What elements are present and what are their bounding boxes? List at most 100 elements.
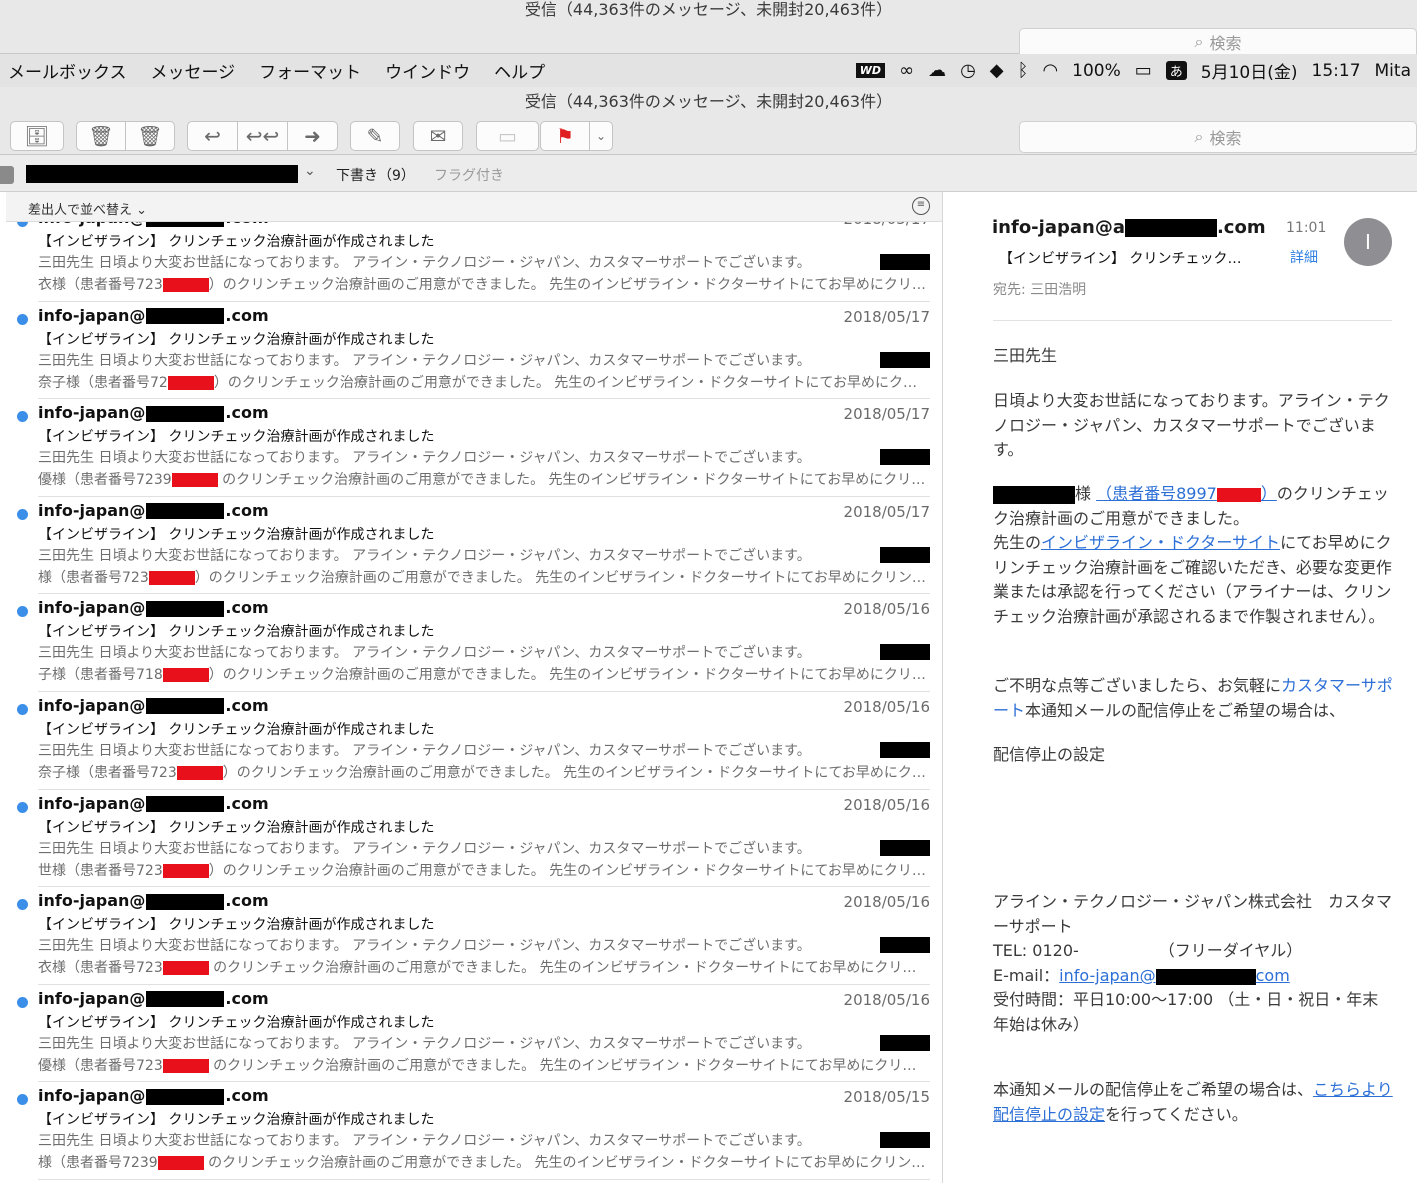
reply-button[interactable]: ↩ <box>187 121 238 151</box>
redacted-patient-number <box>162 1058 209 1073</box>
patient-number-link[interactable]: （患者番号8997） <box>1096 484 1277 503</box>
redacted-domain <box>146 308 225 325</box>
message-row[interactable]: info-japan@.com 2018/05/17 【インビザライン】 クリンチェ… <box>17 497 930 595</box>
redacted-patient-number <box>157 1156 204 1171</box>
doctor-site-link[interactable]: インビザライン・ドクターサイト <box>1041 533 1280 552</box>
background-window-titlebar: 受信（44,363件のメッセージ、未開封20,463件） 🗄 🗑 🗑 ↩ ↩↩ … <box>0 0 1417 54</box>
message-row[interactable]: info-japan@ .com 2018/05/16 【インビザライン】 クリンチェ… <box>17 887 930 985</box>
redacted-domain <box>1124 219 1217 237</box>
redacted-name <box>880 644 930 661</box>
unread-dot <box>17 996 28 1008</box>
message-subject: 【インビザライン】 クリンチェック治療計画が作成されました <box>38 331 435 348</box>
forward-button[interactable]: ➜ <box>287 121 338 151</box>
window-title: 受信（44,363件のメッセージ、未開封20,463件） <box>524 0 893 19</box>
message-row[interactable]: info-japan@.com 2018/05/17 【インビザライン】 クリンチェ… <box>17 399 930 497</box>
menu-help[interactable]: ヘルプ <box>494 58 545 83</box>
mailbox-button[interactable]: ✉ <box>413 121 463 151</box>
flag-button[interactable]: ⚑ <box>540 121 590 151</box>
redacted-name <box>880 254 930 270</box>
clock-date[interactable]: 5月10日(金) <box>1201 58 1298 83</box>
printer-icon: ▭ <box>498 124 517 148</box>
menu-message[interactable]: メッセージ <box>151 58 236 83</box>
message-sender: info-japan@.com <box>38 500 269 520</box>
sidebar-toggle[interactable] <box>0 166 14 184</box>
wd-icon[interactable]: WD <box>855 63 886 78</box>
flag-menu-button[interactable]: ⌄ <box>589 121 613 151</box>
message-preview-line-2: 子様（患者番号718 ）のクリンチェック治療計画のご用意ができました。 先生のイン… <box>38 667 926 684</box>
menu-window[interactable]: ウインドウ <box>385 58 470 83</box>
print-button[interactable]: ▭ <box>476 121 539 151</box>
archive-button[interactable]: 🗄 <box>10 121 64 151</box>
dropbox-icon[interactable]: ◆ <box>990 60 1004 81</box>
message-row[interactable]: info-japan@ .com 2018/05/15 【インビザライン】 クリンチェ… <box>17 1082 930 1180</box>
chevron-down-icon[interactable]: ⌄ <box>304 163 316 179</box>
redacted-name <box>880 741 930 758</box>
message-preview-line-2: 様（患者番号7239 のクリンチェック治療計画のご用意ができました。 先生のイン… <box>38 1155 926 1172</box>
redacted-name <box>880 937 930 954</box>
window-title: 受信（44,363件のメッセージ、未開封20,463件） <box>524 92 893 111</box>
user-name[interactable]: Mita <box>1375 61 1411 81</box>
clock-time[interactable]: 15:17 <box>1312 61 1361 81</box>
redacted-patient-number <box>171 473 218 488</box>
message-sender: info-japan@.com <box>38 891 269 911</box>
message-subject: 【インビザライン】 クリンチェック治療計画が作成されました <box>38 526 435 543</box>
detail-recipient: 宛先: 三田浩明 <box>993 282 1087 298</box>
redacted-domain <box>146 893 225 910</box>
message-preview-line-1: 三田先生 日頃より大変お世話になっております。 アライン・テクノロジー・ジャパン… <box>38 352 811 369</box>
message-preview-line-1: 三田先生 日頃より大変お世話になっております。 アライン・テクノロジー・ジャパン… <box>38 840 811 857</box>
search-placeholder: 検索 <box>1209 33 1242 53</box>
compose-button[interactable]: ✎ <box>350 121 400 151</box>
redacted-domain <box>146 991 225 1008</box>
input-method-icon[interactable]: あ <box>1165 61 1187 80</box>
footer-text: 本通知メールの配信停止をご希望の場合は、こちらより配信停止の設定を行ってください… <box>993 1080 1393 1124</box>
message-sender: info-japan@.com <box>38 695 269 715</box>
menu-bar: メールボックス メッセージ フォーマット ウインドウ ヘルプ WD ∞ ☁ ◷ … <box>0 54 1417 87</box>
cloud-alert-icon[interactable]: ☁ <box>928 60 946 81</box>
message-preview-line-1: 三田先生 日頃より大変お世話になっております。 アライン・テクノロジー・ジャパン… <box>38 1133 811 1150</box>
redacted-domain <box>146 796 225 813</box>
avatar: I <box>1344 218 1392 266</box>
details-link[interactable]: 詳細 <box>1290 247 1318 267</box>
search-field[interactable]: ⌕ 検索 <box>1019 28 1417 54</box>
favorite-drafts[interactable]: 下書き（9） <box>336 165 415 185</box>
message-row[interactable]: info-japan@ .com 2018/05/16 【インビザライン】 クリンチェ… <box>17 692 930 790</box>
message-row[interactable]: info-japan@ .com 2018/05/16 【インビザライン】 クリンチェ… <box>17 790 930 888</box>
wifi-icon[interactable]: ◠ <box>1042 60 1058 81</box>
unread-dot <box>17 508 28 520</box>
body-paragraph-1: 日頃より大変お世話になっております。アライン・テクノロジー・ジャパン、カスタマー… <box>993 391 1390 459</box>
battery-percent: 100% <box>1072 60 1121 81</box>
message-sender: info-japan@.com <box>38 305 269 325</box>
message-sender: info-japan@.com <box>38 988 269 1008</box>
message-subject: 【インビザライン】 クリンチェック治療計画が作成されました <box>38 721 435 738</box>
message-date: 2018/05/17 <box>843 405 930 424</box>
filter-icon[interactable]: ≡ <box>912 197 930 215</box>
email-link[interactable]: info-japan@ com <box>1059 966 1290 985</box>
message-row[interactable]: info-japan@.com 2018/05/17 【インビザライン】 クリンチェ… <box>17 302 930 400</box>
message-sender: info-japan@.com <box>38 598 269 618</box>
sort-button[interactable]: 差出人で並べ替え ⌄ <box>28 199 147 218</box>
message-list-items: info-japan@.com 2018/05/17 【インビザライン】 クリンチェ… <box>0 204 942 1180</box>
time-machine-icon[interactable]: ◷ <box>960 60 976 81</box>
forward-icon: ➜ <box>304 124 321 148</box>
menu-format[interactable]: フォーマット <box>259 58 361 83</box>
delete-button[interactable]: 🗑 <box>76 121 126 151</box>
menu-mailbox[interactable]: メールボックス <box>8 58 127 83</box>
redacted-name <box>880 839 930 856</box>
redacted-domain <box>146 1088 225 1105</box>
message-row[interactable]: info-japan@ .com 2018/05/16 【インビザライン】 クリンチェ… <box>17 594 930 692</box>
redacted-account-name[interactable] <box>26 165 298 183</box>
message-row[interactable]: info-japan@ .com 2018/05/16 【インビザライン】 クリンチェ… <box>17 985 930 1083</box>
favorite-flagged[interactable]: フラグ付き <box>434 165 504 185</box>
sort-bar: 差出人で並べ替え ⌄ ≡ <box>6 192 942 222</box>
reply-all-button[interactable]: ↩↩ <box>237 121 288 151</box>
junk-button[interactable]: 🗑 <box>125 121 175 151</box>
message-date: 2018/05/16 <box>843 697 930 716</box>
message-subject: 【インビザライン】 クリンチェック治療計画が作成されました <box>38 624 435 641</box>
message-subject: 【インビザライン】 クリンチェック治療計画が作成されました <box>38 234 435 250</box>
search-field[interactable]: ⌕ 検索 <box>1019 121 1417 153</box>
creative-cloud-icon[interactable]: ∞ <box>899 60 914 81</box>
battery-icon[interactable]: ▭ <box>1135 60 1152 81</box>
bluetooth-icon[interactable]: ᛒ <box>1018 60 1029 81</box>
unread-dot <box>17 899 28 911</box>
message-preview-line-1: 三田先生 日頃より大変お世話になっております。 アライン・テクノロジー・ジャパン… <box>38 645 811 662</box>
